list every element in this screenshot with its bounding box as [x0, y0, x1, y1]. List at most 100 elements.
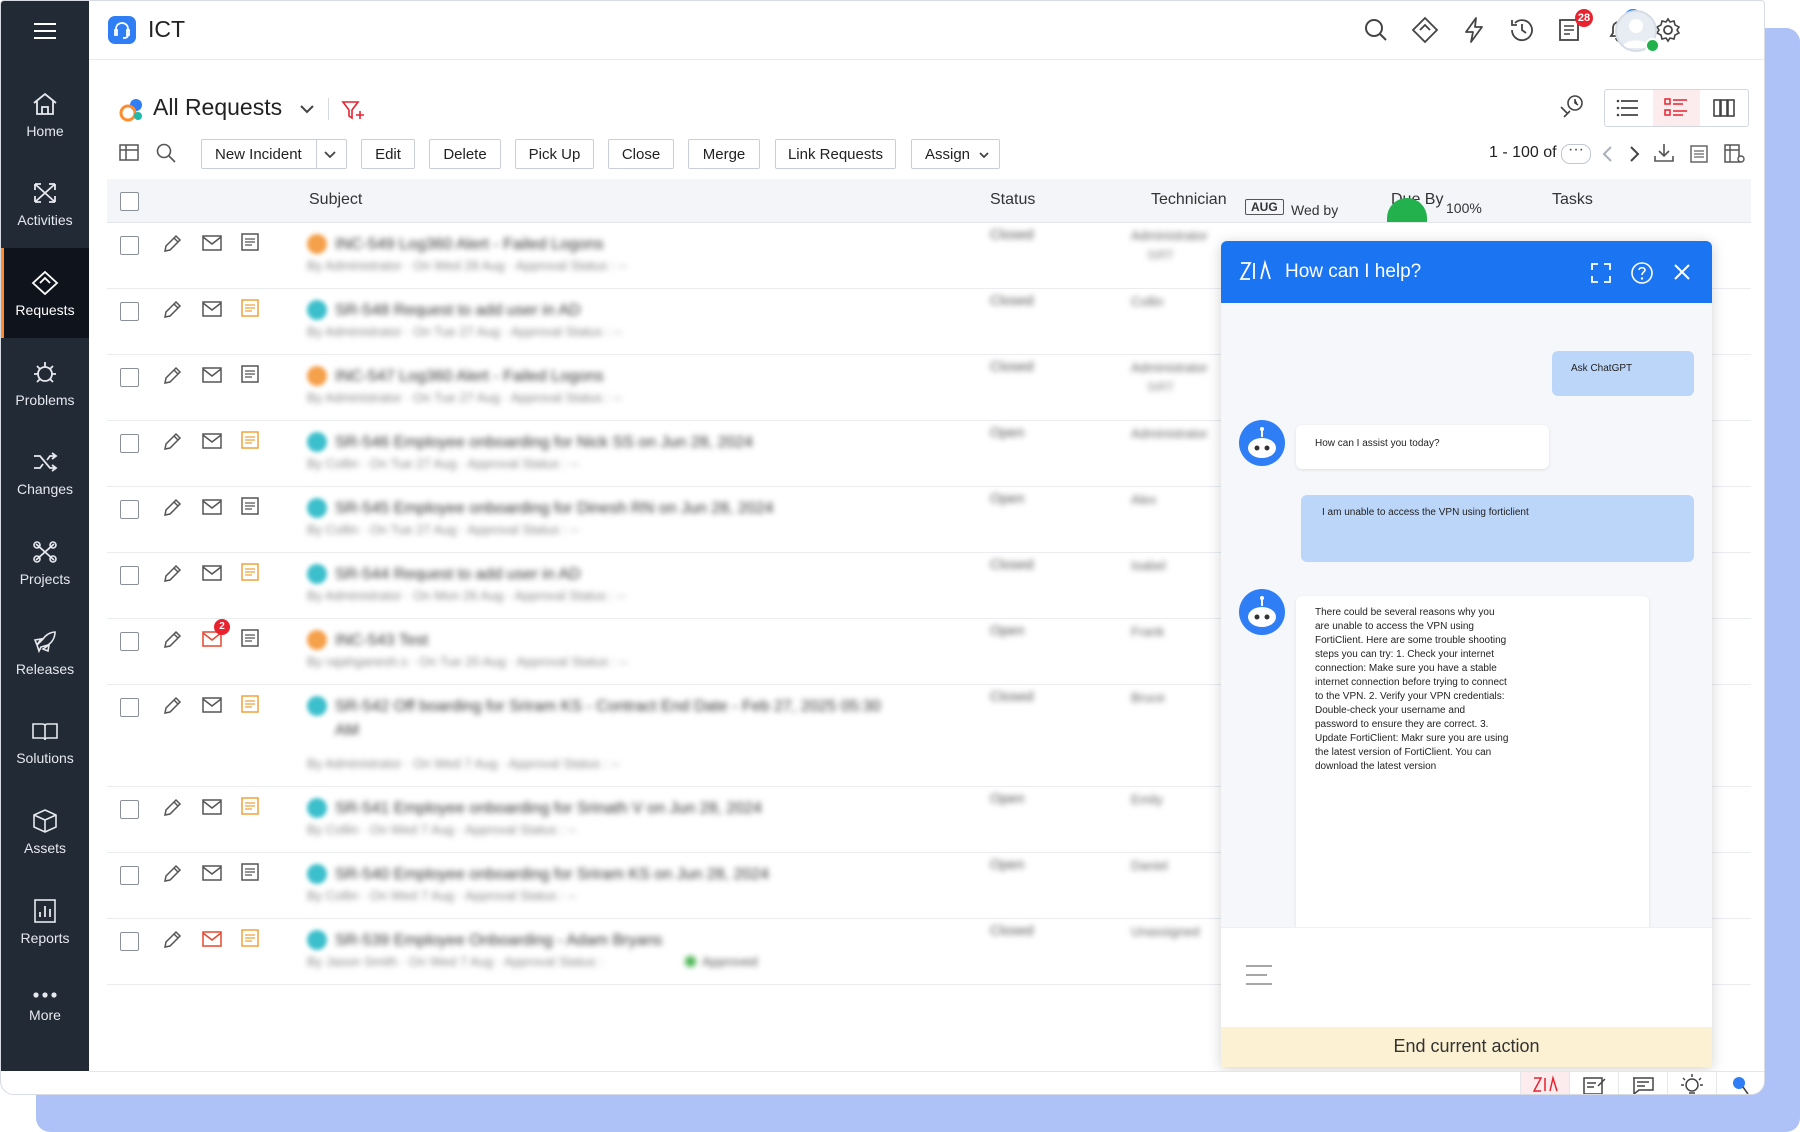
chat-input-area[interactable] [1221, 927, 1712, 1028]
edit-pencil-icon[interactable] [161, 563, 183, 590]
request-subject[interactable]: SR-546 Employee onboarding for Nick SS o… [335, 431, 895, 455]
merge-button[interactable]: Merge [688, 139, 760, 169]
download-icon[interactable] [1652, 142, 1676, 169]
sidebar-item-releases[interactable]: Releases [1, 607, 89, 697]
close-button[interactable]: Close [608, 139, 674, 169]
pick-up-button[interactable]: Pick Up [515, 139, 594, 169]
sidebar-item-solutions[interactable]: Solutions [1, 696, 89, 786]
row-checkbox[interactable] [120, 800, 139, 819]
sidebar-item-changes[interactable]: Changes [1, 427, 89, 517]
row-checkbox[interactable] [120, 632, 139, 651]
mail-icon[interactable] [201, 300, 223, 323]
mail-icon[interactable] [201, 234, 223, 257]
request-subject[interactable]: SR-541 Employee onboarding for Srinath V… [335, 797, 895, 821]
request-subject[interactable]: INC-549 Log360 Alert - Failed Logons [335, 233, 895, 257]
column-header-subject[interactable]: Subject [309, 191, 362, 209]
request-subject[interactable]: INC-543 Test [335, 629, 895, 653]
request-subject[interactable]: SR-545 Employee onboarding for Dinesh RN… [335, 497, 895, 521]
notes-icon[interactable] [240, 496, 260, 521]
total-count-button[interactable]: ··· [1561, 142, 1591, 164]
row-checkbox[interactable] [120, 566, 139, 585]
mail-icon[interactable] [201, 696, 223, 719]
notes-icon[interactable] [240, 232, 260, 257]
support-button[interactable] [1716, 1072, 1764, 1094]
sidebar-item-home[interactable]: Home [1, 69, 89, 159]
hamburger-icon[interactable] [31, 19, 59, 43]
edit-pencil-icon[interactable] [161, 431, 183, 458]
notes-icon[interactable] [240, 562, 260, 587]
technician-value[interactable]: Collin [1131, 294, 1164, 309]
technician-value[interactable]: Administrator [1131, 228, 1208, 243]
table-settings-icon[interactable] [1723, 142, 1747, 171]
sidebar-item-reports[interactable]: Reports [1, 876, 89, 966]
mail-icon[interactable] [201, 366, 223, 389]
notes-icon[interactable] [240, 298, 260, 323]
mail-icon[interactable] [201, 798, 223, 821]
sidebar-item-problems[interactable]: Problems [1, 338, 89, 428]
row-checkbox[interactable] [120, 368, 139, 387]
technician-value[interactable]: Daniel [1131, 858, 1168, 873]
chat-button[interactable] [1618, 1072, 1667, 1094]
notes-icon[interactable] [240, 928, 260, 953]
request-life-cycle-icon[interactable] [1558, 93, 1586, 126]
edit-pencil-icon[interactable] [161, 233, 183, 260]
row-checkbox[interactable] [120, 866, 139, 885]
notes-icon[interactable] [240, 628, 260, 653]
technician-value[interactable]: Alex [1131, 492, 1156, 507]
mail-icon[interactable] [201, 432, 223, 455]
mail-icon[interactable]: 2 [201, 619, 230, 653]
sidebar-item-assets[interactable]: Assets [1, 786, 89, 876]
tasks-icon[interactable]: 28 [1555, 9, 1593, 45]
request-subject[interactable]: SR-540 Employee onboarding for Sriram KS… [335, 863, 895, 887]
list-view-button[interactable] [1605, 90, 1652, 126]
table-search-icon[interactable] [155, 142, 177, 169]
technician-value[interactable]: Unassigned [1131, 924, 1200, 939]
row-checkbox[interactable] [120, 698, 139, 717]
request-subject[interactable]: INC-547 Log360 Alert - Failed Logons [335, 365, 895, 389]
sheet-view-icon[interactable] [1688, 143, 1710, 170]
request-subject[interactable]: SR-548 Request to add user in AD [335, 299, 895, 323]
column-header-technician[interactable]: Technician [1151, 191, 1227, 209]
sidebar-item-projects[interactable]: Projects [1, 517, 89, 607]
help-icon[interactable] [1630, 261, 1654, 290]
sidebar-item-requests[interactable]: Requests [1, 248, 89, 338]
row-checkbox[interactable] [120, 932, 139, 951]
technician-value[interactable]: Frank [1131, 624, 1164, 639]
edit-pencil-icon[interactable] [161, 863, 183, 890]
edit-pencil-icon[interactable] [161, 365, 183, 392]
technician-value[interactable]: Administrator [1131, 426, 1208, 441]
row-checkbox[interactable] [120, 236, 139, 255]
zia-button[interactable] [1520, 1072, 1569, 1094]
technician-value[interactable]: Administrator [1131, 360, 1208, 375]
menu-lines-icon[interactable] [1245, 964, 1273, 986]
notes-icon[interactable] [240, 430, 260, 455]
edit-pencil-icon[interactable] [161, 629, 183, 656]
add-filter-icon[interactable] [341, 99, 365, 126]
row-checkbox[interactable] [120, 302, 139, 321]
assign-button[interactable]: Assign [911, 139, 1000, 169]
search-icon[interactable] [1361, 15, 1391, 45]
select-all-checkbox[interactable] [120, 192, 139, 211]
edit-pencil-icon[interactable] [161, 929, 183, 956]
column-header-tasks[interactable]: Tasks [1552, 191, 1593, 209]
mail-icon[interactable] [201, 498, 223, 521]
close-chat-icon[interactable] [1672, 262, 1692, 287]
edit-pencil-icon[interactable] [161, 797, 183, 824]
mail-icon[interactable] [201, 564, 223, 587]
technician-value[interactable]: Isabel [1131, 558, 1166, 573]
technician-value[interactable]: Bruce [1131, 690, 1165, 705]
notes-icon[interactable] [240, 862, 260, 887]
previous-page-icon[interactable] [1601, 144, 1615, 169]
lightning-icon[interactable] [1459, 15, 1489, 45]
classic-view-button[interactable] [1653, 90, 1700, 126]
request-subject[interactable]: SR-539 Employee Onboarding - Adam Bryans [335, 929, 895, 953]
row-checkbox[interactable] [120, 500, 139, 519]
delete-button[interactable]: Delete [429, 139, 501, 169]
notes-icon[interactable] [240, 694, 260, 719]
expand-icon[interactable] [1590, 262, 1612, 289]
edit-pencil-icon[interactable] [161, 695, 183, 722]
request-subject[interactable]: SR-542 Off boarding for Sriram KS - Cont… [335, 695, 895, 743]
notes-icon[interactable] [240, 796, 260, 821]
view-title[interactable]: All Requests [153, 94, 315, 121]
sidebar-item-activities[interactable]: Activities [1, 158, 89, 248]
